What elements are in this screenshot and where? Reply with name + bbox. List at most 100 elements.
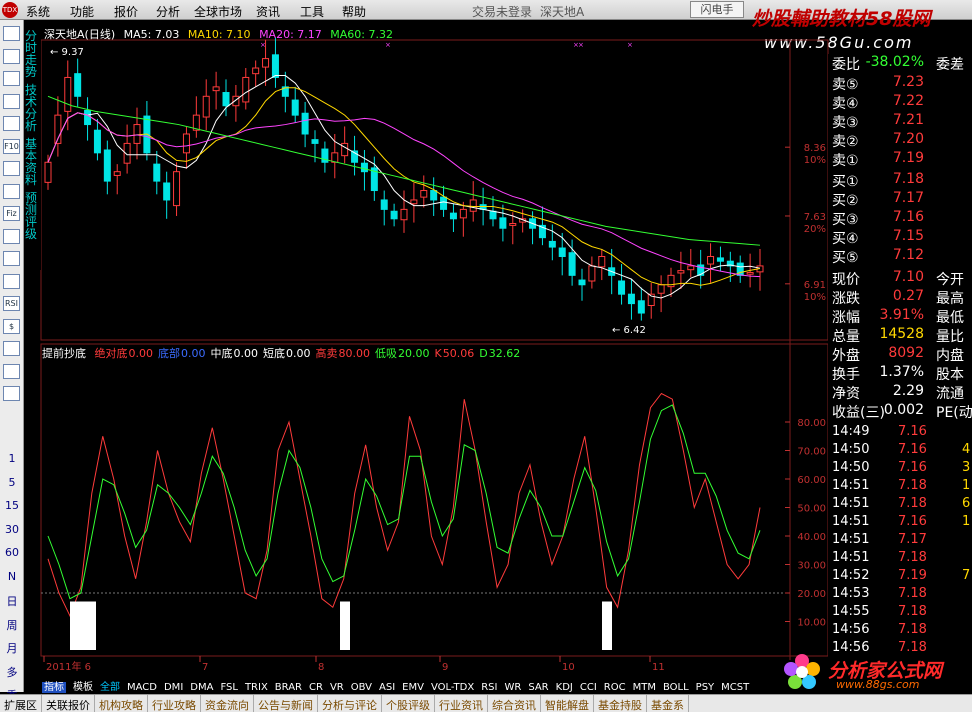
indicator-y-label: 40.00 [797, 532, 826, 543]
indicator-tab[interactable]: ROC [604, 682, 626, 693]
bottom-link[interactable]: 关联报价 [42, 695, 95, 712]
sell-label: 卖③ [832, 115, 859, 131]
ma5-label: MA5: 7.03 [123, 28, 180, 41]
tab-minute-trend[interactable]: 分时走势 [25, 30, 39, 78]
stat-label: 总量 [832, 329, 860, 345]
bottom-link[interactable]: 行业攻略 [148, 695, 201, 712]
bottom-link[interactable]: 扩展区 [0, 695, 42, 712]
sell-price: 7.21 [892, 112, 924, 128]
indicator-tab[interactable]: MTM [633, 682, 656, 693]
tick-time: 14:51 [832, 532, 870, 547]
tab-technical-analysis[interactable]: 技术分析 [25, 84, 39, 132]
indicator-y-label: 10.00 [797, 618, 826, 629]
bottom-link[interactable]: 机构攻略 [95, 695, 148, 712]
ma20-label: MA20: 7.17 [259, 28, 322, 41]
indicator-tab[interactable]: TRIX [245, 682, 268, 693]
candle-body [677, 270, 685, 274]
candle-body [627, 293, 635, 305]
tab-forecast-rating[interactable]: 预测评级 [25, 192, 39, 240]
tick-price: 7.16 [898, 460, 927, 475]
indicator-tab[interactable]: 全部 [100, 682, 120, 693]
indicator-tab[interactable]: BOLL [663, 682, 689, 693]
indicator-item-label: 低吸 [375, 347, 397, 360]
tick-volume: 4 [962, 442, 971, 457]
bottom-link[interactable]: 基金系 [647, 695, 689, 712]
pct-label: 10% [804, 292, 826, 303]
indicator-tab[interactable]: FSL [220, 682, 238, 693]
indicator-y-label: 30.00 [797, 561, 826, 572]
tick-price: 7.17 [898, 532, 927, 547]
vertical-tabs: 分时走势 技术分析 基本资料 预测评级 [25, 30, 41, 270]
candle-body [410, 199, 418, 205]
candle-body [212, 86, 220, 92]
tick-time: 14:50 [832, 442, 870, 457]
indicator-tab[interactable]: ASI [379, 682, 395, 693]
candle-body [84, 109, 92, 126]
buy-label: 买⑤ [832, 250, 859, 266]
bottom-link[interactable]: 基金持股 [594, 695, 647, 712]
indicator-item-label: D [479, 347, 488, 360]
indicator-tab[interactable]: 模板 [73, 682, 93, 693]
indicator-item-label: 短底 [263, 347, 285, 360]
indicator-tab[interactable]: MACD [127, 682, 157, 693]
d-line [47, 404, 761, 600]
indicator-tab[interactable]: MCST [721, 682, 749, 693]
tick-price: 7.19 [898, 568, 927, 583]
indicator-y-label: 20.00 [797, 589, 826, 600]
stat-value: 3.91% [879, 307, 924, 323]
indicator-tab[interactable]: OBV [351, 682, 372, 693]
order-diff-value: -38.02% [865, 54, 924, 70]
tick-volume: 1 [962, 478, 971, 493]
indicator-item-label: 中底 [210, 347, 233, 360]
sell-row: 卖② 7.20 [832, 131, 972, 150]
order-diff-right: 委差 [936, 57, 964, 73]
candle-body [687, 265, 695, 271]
indicator-tab[interactable]: KDJ [556, 682, 573, 693]
tab-fundamentals[interactable]: 基本资料 [25, 138, 39, 186]
tick-price: 7.18 [898, 478, 927, 493]
bottom-link[interactable]: 智能解盘 [541, 695, 594, 712]
indicator-tab[interactable]: SAR [528, 682, 548, 693]
indicator-tab[interactable]: DMI [164, 682, 183, 693]
indicator-item: 绝对底0.00 [95, 347, 154, 360]
candle-body [252, 67, 260, 75]
stat-row: 外盘 8092 内盘 [832, 345, 972, 364]
indicator-tab[interactable]: CCI [580, 682, 597, 693]
bottom-link[interactable]: 综合资讯 [488, 695, 541, 712]
candle-body [74, 73, 82, 97]
indicator-tab[interactable]: DMA [190, 682, 213, 693]
indicator-tab[interactable]: VR [330, 682, 344, 693]
stat-right-label: 股本 [936, 367, 964, 383]
sell-row: 卖③ 7.21 [832, 112, 972, 131]
buy-label: 买④ [832, 231, 859, 247]
event-marker: × [385, 41, 391, 49]
date-label: 2011年 6 [46, 660, 91, 673]
candle-body [311, 139, 319, 144]
indicator-tab[interactable]: CR [309, 682, 323, 693]
indicator-tab[interactable]: WR [504, 682, 521, 693]
indicator-item-value: 32.62 [488, 347, 521, 360]
indicator-tab[interactable]: BRAR [275, 682, 302, 693]
k-line [47, 392, 761, 618]
tick-time: 14:51 [832, 550, 870, 565]
indicator-tab[interactable]: 指标 [42, 682, 66, 693]
indicator-tab[interactable]: EMV [402, 682, 424, 693]
buy-label: 买③ [832, 212, 859, 228]
candle-body [746, 272, 754, 275]
bottom-link[interactable]: 个股评级 [382, 695, 435, 712]
tick-price: 7.16 [898, 442, 927, 457]
stat-label: 涨幅 [832, 310, 860, 326]
indicator-tab[interactable]: VOL-TDX [431, 682, 474, 693]
bottom-signal-bar [602, 601, 612, 650]
bottom-link[interactable]: 资金流向 [201, 695, 254, 712]
indicator-tab[interactable]: PSY [696, 682, 715, 693]
tick-row: 14:51 7.17 [832, 532, 972, 550]
ma60-label: MA60: 7.32 [330, 28, 393, 41]
bottom-link[interactable]: 公告与新闻 [254, 695, 318, 712]
bottom-link[interactable]: 行业资讯 [435, 695, 488, 712]
indicator-item-value: 50.06 [442, 347, 475, 360]
order-diff-row: 委比 -38.02% 委差 [832, 54, 972, 73]
bottom-link[interactable]: 分析与评论 [318, 695, 382, 712]
indicator-tab[interactable]: RSI [481, 682, 497, 693]
stat-row: 收益(三)0.002 PE(动) [832, 402, 972, 421]
